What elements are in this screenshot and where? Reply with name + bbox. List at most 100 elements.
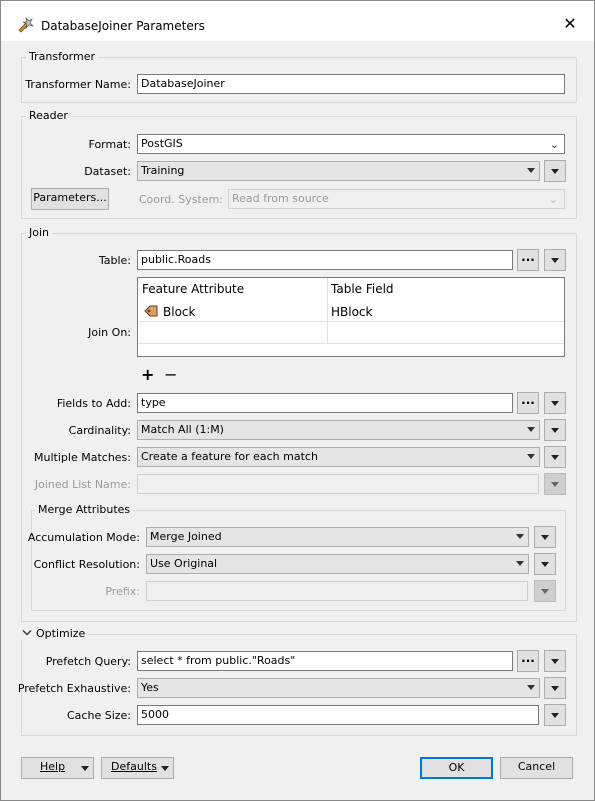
- multiple-matches-value: Create a feature for each match: [141, 450, 318, 463]
- cardinality-label: Cardinality:: [68, 424, 131, 437]
- triangle-down-icon: [541, 535, 549, 540]
- merge-attributes-group-label: Merge Attributes: [35, 503, 134, 516]
- cache-size-input[interactable]: 5000: [137, 705, 539, 725]
- table-field-cell[interactable]: HBlock: [331, 305, 372, 319]
- triangle-down-icon: [551, 482, 559, 487]
- close-icon[interactable]: ✕: [560, 14, 580, 34]
- format-value: PostGIS: [141, 137, 183, 150]
- format-select[interactable]: PostGIS ⌄: [137, 134, 565, 154]
- feature-attribute-cell: Block: [163, 305, 196, 319]
- join-on-table[interactable]: Feature Attribute Table Field Block HBlo…: [137, 277, 565, 357]
- conflict-resolution-value: Use Original: [150, 557, 218, 570]
- cardinality-select[interactable]: Match All (1:M): [137, 420, 540, 440]
- table-row[interactable]: Block: [142, 303, 325, 320]
- accumulation-options-button[interactable]: [534, 526, 556, 548]
- collapse-chevron-icon: [22, 630, 32, 636]
- dropdown-arrow-icon: [516, 561, 524, 566]
- triangle-down-icon: [551, 686, 559, 691]
- multiple-matches-label: Multiple Matches:: [34, 451, 131, 464]
- multiple-matches-options-button[interactable]: [544, 446, 566, 468]
- table-label: Table:: [98, 254, 131, 267]
- accumulation-mode-value: Merge Joined: [150, 530, 222, 543]
- prefetch-query-options-button[interactable]: [544, 650, 566, 672]
- prefix-options-button[interactable]: [534, 580, 556, 602]
- triangle-down-icon: [541, 562, 549, 567]
- dropdown-arrow-icon: [527, 454, 535, 459]
- join-on-label: Join On:: [88, 326, 131, 339]
- row-divider: [138, 343, 564, 344]
- conflict-resolution-label: Conflict Resolution:: [33, 558, 140, 571]
- dataset-label: Dataset:: [84, 165, 131, 178]
- triangle-down-icon: [81, 766, 89, 771]
- joined-list-name-input[interactable]: [137, 474, 539, 494]
- triangle-down-icon: [161, 766, 169, 771]
- table-options-button[interactable]: [544, 249, 566, 271]
- dataset-options-button[interactable]: [544, 160, 566, 182]
- column-header-table-field[interactable]: Table Field: [331, 282, 394, 296]
- transformer-group-label: Transformer: [26, 50, 99, 63]
- dataset-select[interactable]: Training: [137, 161, 540, 181]
- conflict-options-button[interactable]: [534, 553, 556, 575]
- cardinality-value: Match All (1:M): [141, 423, 224, 436]
- prefetch-exhaustive-label: Prefetch Exhaustive:: [17, 682, 131, 695]
- format-label: Format:: [88, 138, 131, 151]
- coord-system-select[interactable]: Read from source ⌄: [228, 189, 565, 209]
- optimize-group-label: Optimize: [36, 627, 86, 640]
- joined-list-name-label: Joined List Name:: [34, 478, 131, 491]
- help-button[interactable]: Help: [21, 757, 94, 779]
- triangle-down-icon: [551, 258, 559, 263]
- prefix-label: Prefix:: [105, 585, 140, 598]
- prefetch-exhaustive-value: Yes: [141, 681, 159, 694]
- ok-button[interactable]: OK: [420, 757, 493, 779]
- joined-list-options-button[interactable]: [544, 473, 566, 495]
- cancel-button[interactable]: Cancel: [500, 757, 573, 779]
- column-divider: [327, 278, 328, 344]
- accumulation-mode-label: Accumulation Mode:: [27, 531, 140, 544]
- coord-system-value: Read from source: [232, 192, 329, 205]
- prefetch-exhaustive-options-button[interactable]: [544, 677, 566, 699]
- column-header-feature-attribute[interactable]: Feature Attribute: [142, 282, 244, 296]
- transformer-name-input[interactable]: DatabaseJoiner: [137, 74, 565, 94]
- triangle-down-icon: [541, 589, 549, 594]
- triangle-down-icon: [551, 713, 559, 718]
- defaults-button[interactable]: Defaults: [101, 757, 174, 779]
- reader-parameters-button[interactable]: Parameters...: [31, 188, 109, 210]
- prefetch-query-edit-button[interactable]: ...: [517, 650, 539, 672]
- prefetch-query-label: Prefetch Query:: [45, 655, 131, 668]
- coord-system-label: Coord. System:: [138, 193, 223, 206]
- row-divider: [138, 321, 564, 322]
- dropdown-arrow-icon: [527, 685, 535, 690]
- triangle-down-icon: [551, 428, 559, 433]
- join-group-label: Join: [26, 226, 53, 239]
- chevron-down-icon: ⌄: [548, 193, 558, 206]
- fields-to-add-input[interactable]: type: [137, 393, 513, 413]
- dropdown-arrow-icon: [527, 168, 535, 173]
- conflict-resolution-select[interactable]: Use Original: [146, 554, 529, 574]
- dataset-value: Training: [141, 164, 185, 177]
- remove-row-icon[interactable]: −: [164, 365, 177, 384]
- multiple-matches-select[interactable]: Create a feature for each match: [137, 447, 540, 467]
- prefetch-exhaustive-select[interactable]: Yes: [137, 678, 540, 698]
- window-title: DatabaseJoiner Parameters: [41, 19, 205, 33]
- reader-group-label: Reader: [26, 109, 71, 122]
- cache-size-options-button[interactable]: [544, 704, 566, 726]
- dropdown-arrow-icon: [516, 534, 524, 539]
- prefix-input[interactable]: [146, 581, 528, 601]
- triangle-down-icon: [551, 401, 559, 406]
- fields-to-add-label: Fields to Add:: [56, 397, 131, 410]
- fields-browse-button[interactable]: ...: [517, 392, 539, 414]
- chevron-down-icon: ⌄: [549, 138, 559, 151]
- prefetch-query-input[interactable]: select * from public."Roads": [137, 651, 513, 671]
- table-browse-button[interactable]: ...: [517, 249, 539, 271]
- cardinality-options-button[interactable]: [544, 419, 566, 441]
- accumulation-mode-select[interactable]: Merge Joined: [146, 527, 529, 547]
- attribute-tag-icon: [144, 305, 158, 317]
- help-button-label: Help: [40, 760, 66, 773]
- fme-transformer-icon: [18, 16, 35, 33]
- add-row-icon[interactable]: +: [141, 365, 154, 384]
- table-input[interactable]: public.Roads: [137, 250, 513, 270]
- fields-options-button[interactable]: [544, 392, 566, 414]
- triangle-down-icon: [551, 169, 559, 174]
- optimize-group-header[interactable]: Optimize: [18, 627, 89, 640]
- dropdown-arrow-icon: [527, 427, 535, 432]
